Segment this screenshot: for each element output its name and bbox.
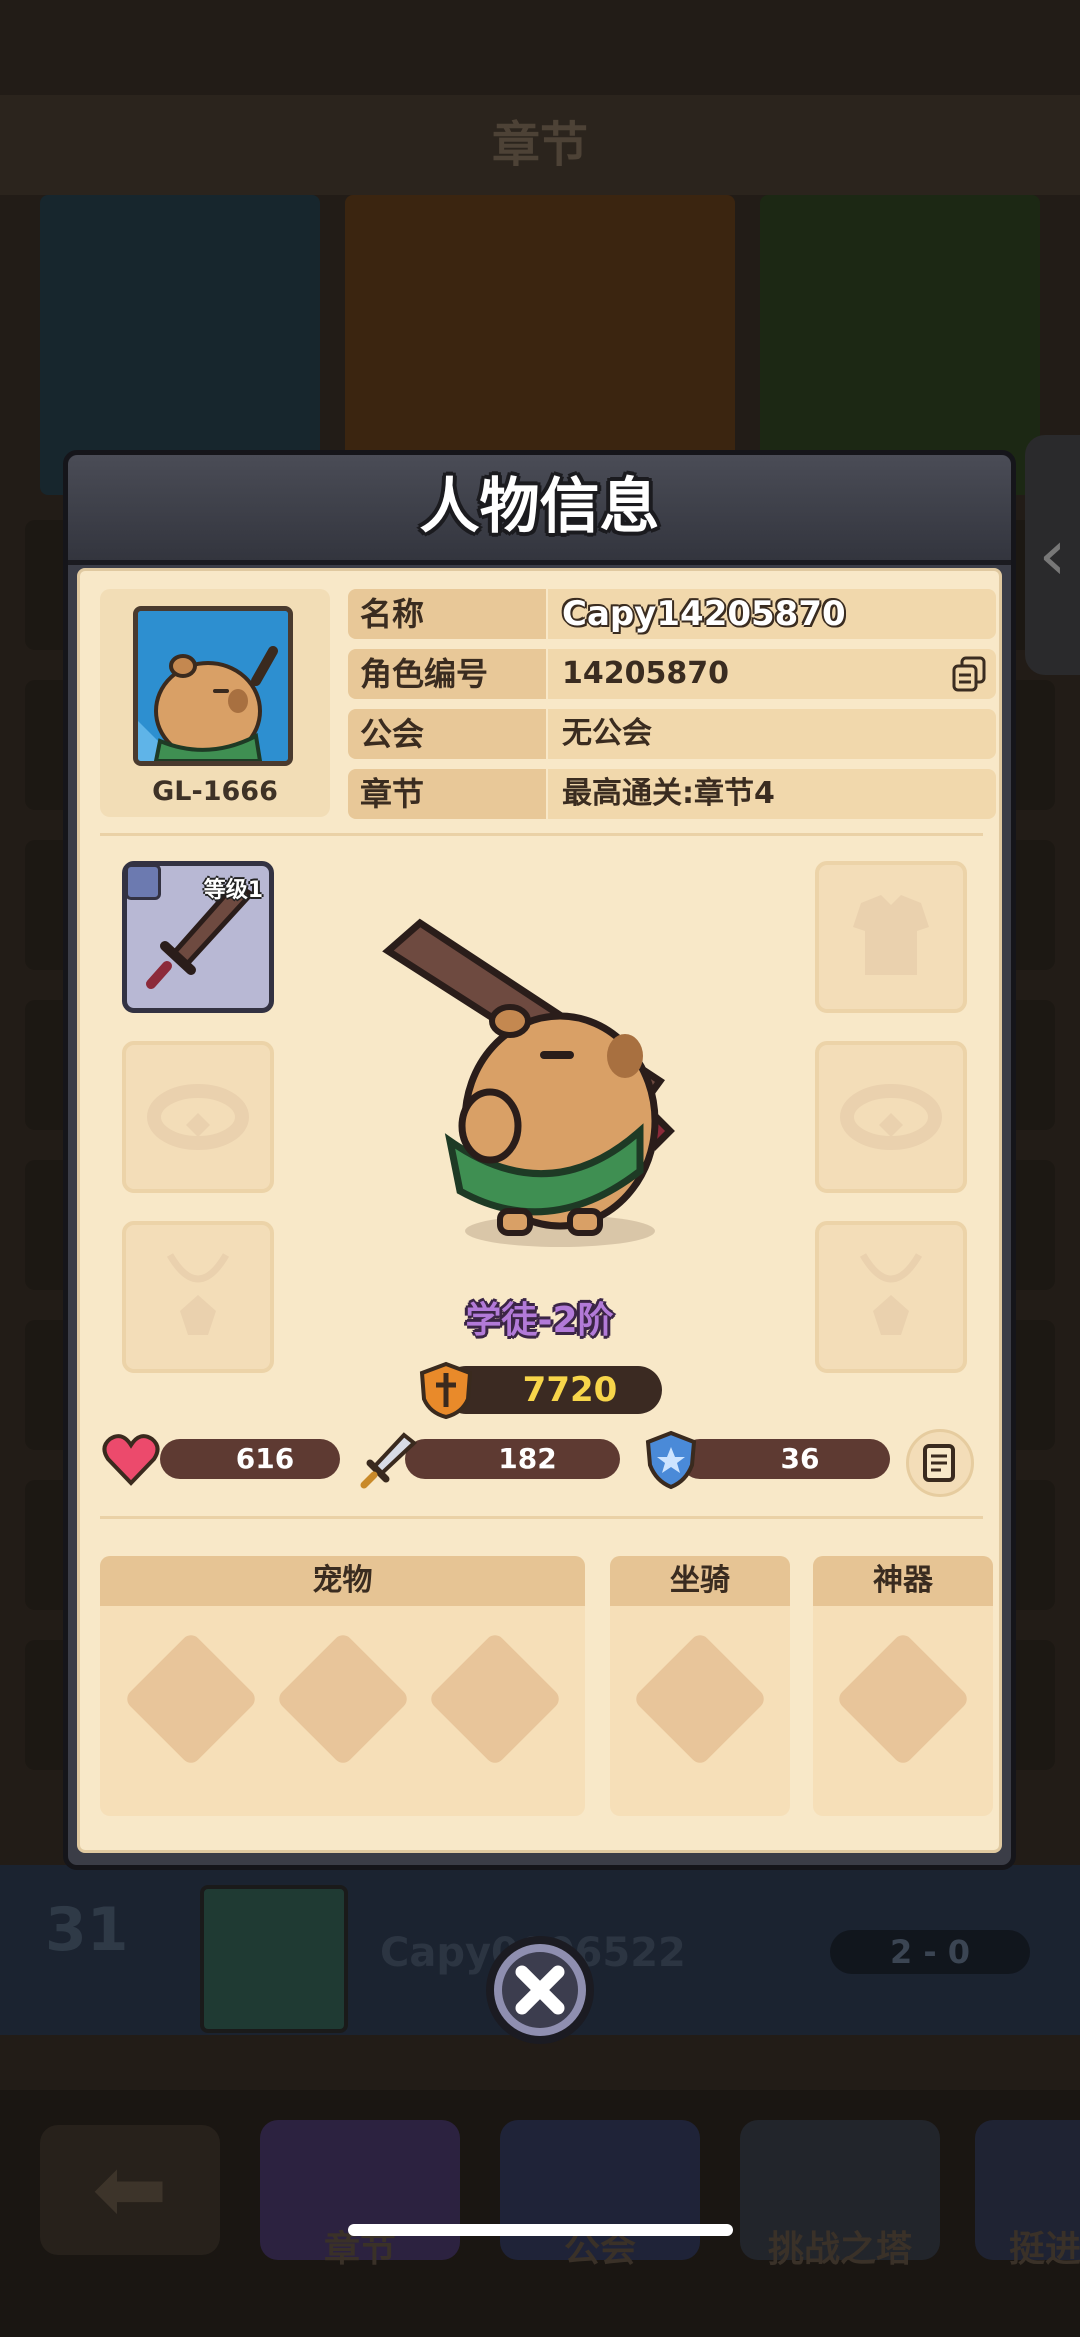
armor-icon: [853, 895, 929, 975]
ring-slot-left[interactable]: [122, 1041, 274, 1193]
defense-shield-icon: [645, 1430, 697, 1490]
list-detail-icon: [923, 1444, 955, 1482]
hp-value: 616: [235, 1442, 295, 1475]
artifact-section-title: 神器: [813, 1556, 993, 1606]
copy-icon[interactable]: [950, 655, 988, 693]
weapon-tag-icon: [125, 864, 161, 900]
rank-title: 学徒-2阶: [465, 1300, 614, 1341]
defense-stat: 36: [680, 1439, 890, 1479]
weapon-slot[interactable]: 等级1: [122, 861, 274, 1013]
bg-header-title: 章节: [0, 95, 1080, 195]
hp-stat: 616: [160, 1439, 340, 1479]
pet-slot-3[interactable]: [427, 1631, 563, 1767]
bg-back-arrow-icon: ⬅: [40, 2125, 220, 2255]
divider: [100, 833, 983, 836]
home-indicator[interactable]: [348, 2224, 733, 2236]
pet-slot-2[interactable]: [275, 1631, 411, 1767]
bg-nav-tab-guild: 公会: [500, 2120, 700, 2270]
name-value: Capy14205870: [548, 589, 996, 639]
close-button[interactable]: [482, 1932, 598, 2048]
capybara-avatar-icon: [138, 611, 288, 761]
artifact-section: 神器: [813, 1556, 993, 1816]
attack-sword-icon: [360, 1432, 418, 1489]
avatar[interactable]: [133, 606, 293, 766]
pet-section: 宠物: [100, 1556, 585, 1816]
info-row-name: 名称 Capy14205870: [348, 589, 996, 639]
divider: [100, 1516, 983, 1519]
ring-icon: [840, 1084, 942, 1150]
weapon-level: 等级1: [203, 878, 263, 903]
defense-value: 36: [780, 1442, 820, 1475]
mount-slot[interactable]: [632, 1631, 768, 1767]
bg-nav-tab-chapter: 章节: [260, 2120, 460, 2270]
stats-detail-button[interactable]: [906, 1429, 974, 1497]
side-collapse-chevron-icon[interactable]: ‹: [1025, 435, 1080, 675]
mount-section-title: 坐骑: [610, 1556, 790, 1606]
role-id-label: 角色编号: [348, 649, 546, 699]
power-pill: 7720: [442, 1366, 662, 1414]
armor-slot[interactable]: [815, 861, 967, 1013]
role-id-value: 14205870: [548, 649, 996, 699]
modal-header: 人物信息: [68, 455, 1011, 565]
pet-section-title: 宠物: [100, 1556, 585, 1606]
bg-rank-number: 31: [45, 1895, 129, 1965]
ring-icon: [147, 1084, 249, 1150]
bg-nav-tab-advance: 挺进: [975, 2120, 1080, 2270]
info-row-chapter: 章节 最高通关:章节4: [348, 769, 996, 819]
pet-slot-1[interactable]: [123, 1631, 259, 1767]
heart-icon: [102, 1434, 160, 1486]
power-value: 7720: [522, 1370, 618, 1410]
modal-title: 人物信息: [419, 472, 660, 542]
attack-value: 182: [498, 1442, 557, 1475]
mount-section: 坐骑: [610, 1556, 790, 1816]
modal-body: GL-1666 名称 Capy14205870 角色编号 14205870 公会…: [77, 568, 1002, 1853]
name-label: 名称: [348, 589, 546, 639]
capybara-character-icon: [382, 918, 675, 1247]
avatar-box: GL-1666: [100, 589, 330, 817]
info-row-role-id: 角色编号 14205870: [348, 649, 996, 699]
character-info-modal: 人物信息 GL-1666 名称 Capy14205870 角色编号 142058…: [63, 450, 1016, 1870]
bg-nav-tab-tower: 挑战之塔: [740, 2120, 940, 2270]
artifact-slot[interactable]: [835, 1631, 971, 1767]
power-shield-icon: [419, 1361, 473, 1419]
guild-value: 无公会: [548, 709, 996, 759]
bg-rank-score: 2 - 0: [830, 1930, 1030, 1974]
bg-rank-avatar: [200, 1885, 348, 2033]
ring-slot-right[interactable]: [815, 1041, 967, 1193]
guild-label: 公会: [348, 709, 546, 759]
chapter-label: 章节: [348, 769, 546, 819]
attack-stat: 182: [405, 1439, 620, 1479]
chapter-value: 最高通关:章节4: [548, 769, 996, 819]
info-row-guild: 公会 无公会: [348, 709, 996, 759]
avatar-id: GL-1666: [152, 776, 278, 807]
